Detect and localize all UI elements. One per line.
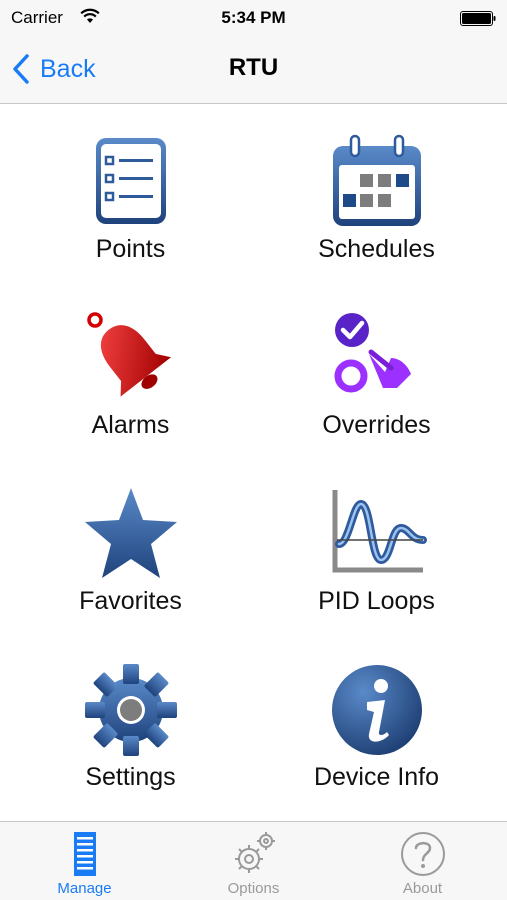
tab-about[interactable]: About xyxy=(338,822,507,900)
override-icon xyxy=(334,313,411,393)
pid-chart-icon xyxy=(332,490,427,573)
tab-label: Manage xyxy=(57,880,112,897)
tile-label: Alarms xyxy=(91,411,170,439)
app-screen: Carrier 5:34 PM Back RTU Points Schedule… xyxy=(0,0,507,900)
gear-icon xyxy=(84,664,177,756)
question-icon xyxy=(400,832,445,876)
tile-label: Points xyxy=(95,235,166,263)
tile-favorites[interactable]: Favorites xyxy=(8,456,253,626)
tile-settings[interactable]: Settings xyxy=(8,632,253,802)
tile-label: Overrides xyxy=(322,411,431,439)
info-icon xyxy=(331,665,422,755)
tab-manage[interactable]: Manage xyxy=(0,822,169,900)
tile-device-info[interactable]: Device Info xyxy=(254,632,499,802)
status-bar: Carrier 5:34 PM xyxy=(0,0,507,36)
tile-label: Schedules xyxy=(318,235,435,263)
tab-options[interactable]: Options xyxy=(169,822,338,900)
page-title: RTU xyxy=(228,54,279,81)
tile-points[interactable]: Points xyxy=(8,104,253,274)
list-icon xyxy=(95,138,166,224)
gears-icon xyxy=(234,832,275,873)
tab-bar: Manage Options About xyxy=(0,821,507,900)
calendar-icon xyxy=(332,134,421,226)
tile-overrides[interactable]: Overrides xyxy=(254,280,499,450)
menu-grid: Points Schedules Alarms Overrides Favori… xyxy=(0,104,507,820)
tile-pid-loops[interactable]: PID Loops xyxy=(254,456,499,626)
navigation-bar: Back RTU xyxy=(0,36,507,104)
tile-alarms[interactable]: Alarms xyxy=(8,280,253,450)
tile-schedules[interactable]: Schedules xyxy=(254,104,499,274)
tile-label: Favorites xyxy=(79,587,182,615)
tile-label: Device Info xyxy=(313,763,440,791)
tile-label: PID Loops xyxy=(318,587,435,615)
clock-time: 5:34 PM xyxy=(221,8,286,27)
building-icon xyxy=(73,832,96,876)
tab-label: Options xyxy=(227,880,280,897)
battery-icon xyxy=(460,11,496,26)
star-icon xyxy=(84,488,177,578)
tab-label: About xyxy=(402,880,443,897)
tile-label: Settings xyxy=(85,763,176,791)
bell-icon xyxy=(86,312,171,397)
